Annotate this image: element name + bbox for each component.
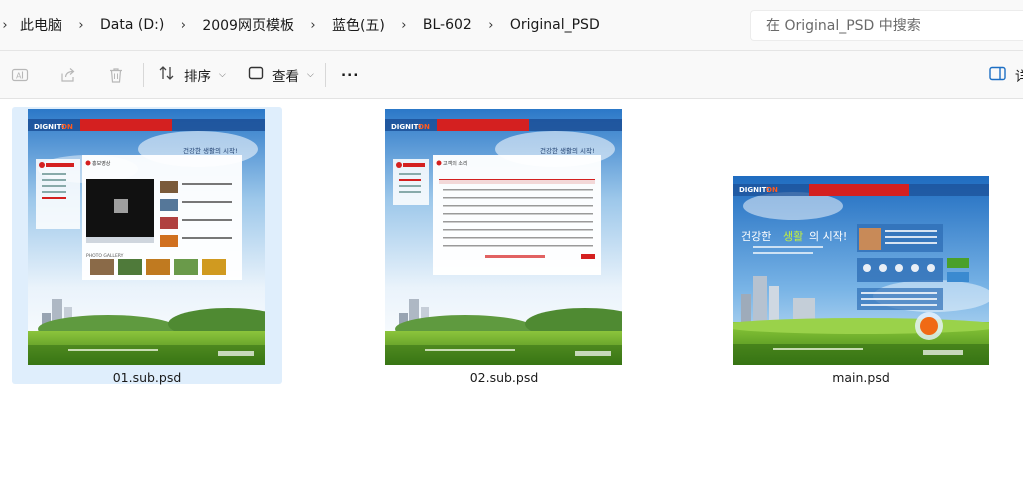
file-thumbnail: DIGNITI ON 건강한 생활 의 시작! (733, 176, 989, 365)
file-thumbnail: DIGNITI ON 건강한 생활의 시작! 고객의 소리 (385, 109, 622, 365)
slogan-part-3: 의 시작! (809, 230, 847, 243)
site-logo-accent: ON (61, 123, 73, 131)
chevron-right-icon[interactable]: › (0, 18, 12, 33)
chevron-right-icon[interactable]: › (393, 18, 415, 33)
sort-label: 排序 (184, 69, 211, 85)
slogan-part-1: 건강한 (741, 230, 771, 243)
gallery-label: PHOTO GALLERY (86, 253, 124, 259)
sort-button[interactable]: 排序 ⌵ (158, 61, 226, 89)
panel-title: 고객의 소리 (443, 160, 468, 167)
file-name: 01.sub.psd (112, 370, 182, 385)
site-logo-accent: ON (418, 123, 430, 131)
more-options-button[interactable]: ... (341, 58, 359, 86)
details-label: 详 (1015, 69, 1023, 85)
svg-text:A: A (16, 72, 22, 81)
breadcrumb-item-bl602[interactable]: BL-602 (415, 13, 480, 37)
view-label: 查看 (272, 69, 299, 85)
file-tile[interactable]: DIGNITI ON 건강한 생활 의 시작! main.psd (726, 107, 996, 385)
search-input[interactable] (751, 11, 1016, 40)
slogan-part-2: 생활 (783, 229, 803, 243)
command-bar: A 排序 ⌵ 查看 ⌵ ... 详 (0, 51, 1023, 99)
slogan: 건강한 생활의 시작! (540, 146, 595, 155)
breadcrumb-item-drive[interactable]: Data (D:) (92, 13, 172, 37)
site-logo: DIGNITI (391, 123, 421, 131)
chevron-down-icon: ⌵ (307, 70, 314, 80)
details-pane-icon (989, 66, 1006, 85)
chevron-right-icon[interactable]: › (302, 18, 324, 33)
view-icon (248, 65, 264, 85)
chevron-down-icon: ⌵ (219, 70, 226, 80)
breadcrumb-item-this-pc[interactable]: 此电脑 (12, 11, 70, 39)
view-button[interactable]: 查看 ⌵ (248, 61, 314, 89)
file-thumbnail: DIGNITI ON 건강한 생활의 시작! 홍보영상 PHOTO GALLER… (28, 109, 265, 365)
sort-icon (158, 64, 176, 86)
more-icon: ... (341, 64, 360, 80)
site-logo-accent: ON (766, 186, 778, 194)
share-icon[interactable] (58, 65, 78, 85)
delete-icon[interactable] (106, 65, 126, 85)
chevron-right-icon[interactable]: › (172, 18, 194, 33)
file-list: DIGNITI ON 건강한 생활의 시작! 홍보영상 PHOTO GALLER… (0, 99, 1023, 481)
toolbar-divider (143, 63, 144, 87)
breadcrumb: › 此电脑 › Data (D:) › 2009网页模板 › 蓝色(五) › B… (0, 0, 742, 50)
file-name: 02.sub.psd (469, 370, 539, 385)
chevron-right-icon[interactable]: › (480, 18, 502, 33)
breadcrumb-item-blue[interactable]: 蓝色(五) (324, 11, 393, 39)
toolbar-divider (325, 63, 326, 87)
site-logo: DIGNITI (739, 186, 769, 194)
file-name: main.psd (832, 370, 890, 385)
rename-icon[interactable]: A (10, 65, 30, 85)
breadcrumb-item-templates[interactable]: 2009网页模板 (194, 11, 302, 39)
slogan: 건강한 생활의 시작! (183, 146, 238, 155)
details-pane-button[interactable]: 详 (989, 61, 1023, 89)
panel-title: 홍보영상 (92, 160, 111, 167)
breadcrumb-item-current[interactable]: Original_PSD (502, 13, 608, 37)
address-bar: › 此电脑 › Data (D:) › 2009网页模板 › 蓝色(五) › B… (0, 0, 1023, 51)
file-tile[interactable]: DIGNITI ON 건강한 생활의 시작! 홍보영상 PHOTO GALLER… (12, 107, 282, 385)
chevron-right-icon[interactable]: › (70, 18, 92, 33)
site-logo: DIGNITI (34, 123, 64, 131)
search-box[interactable] (750, 10, 1023, 41)
file-tile[interactable]: DIGNITI ON 건강한 생활의 시작! 고객의 소리 02.sub.psd (369, 107, 639, 385)
